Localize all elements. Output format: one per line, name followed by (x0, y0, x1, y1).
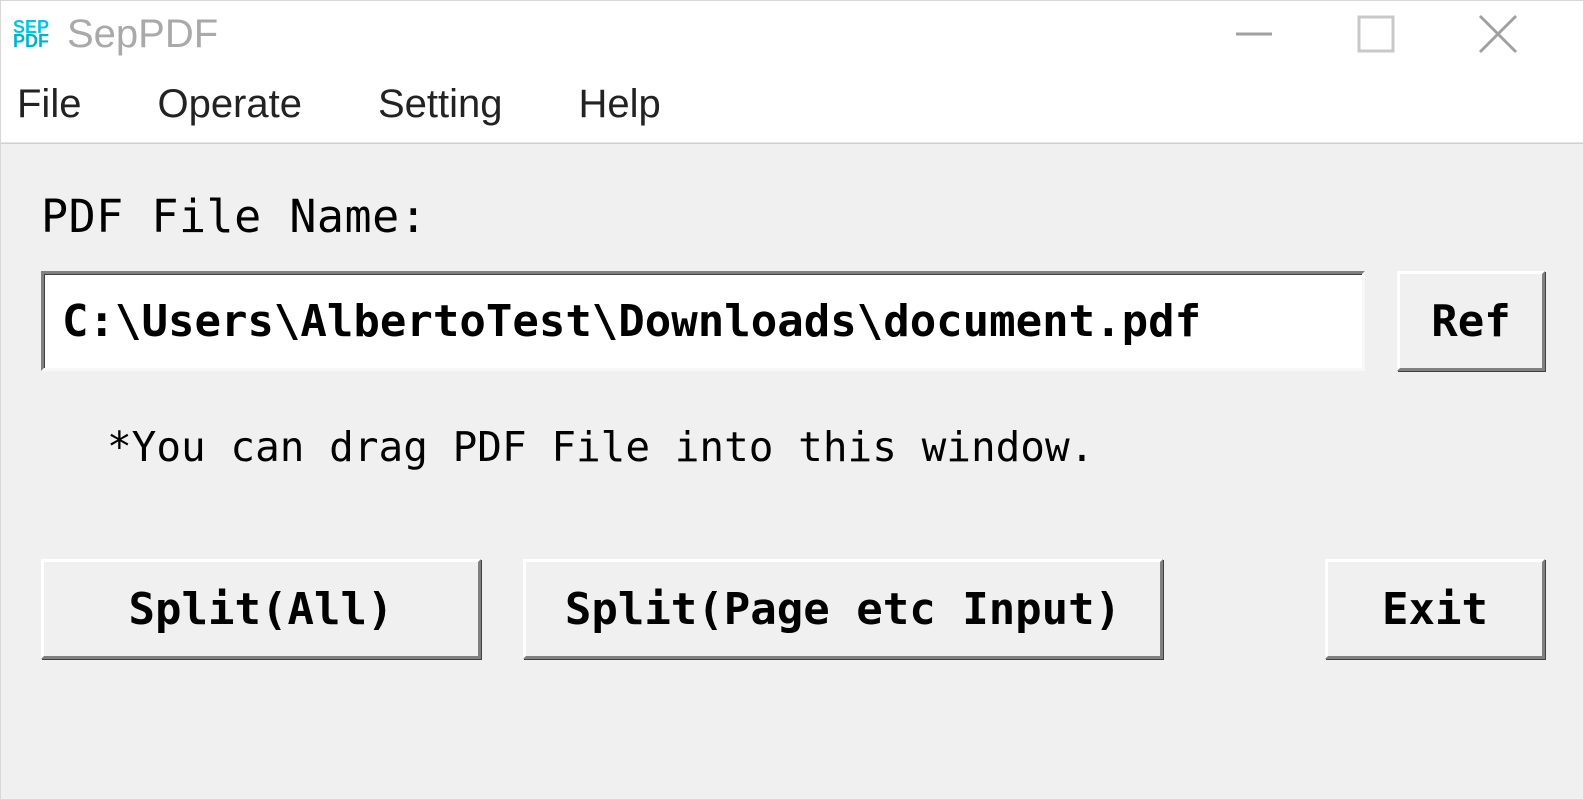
close-icon (1476, 12, 1520, 56)
window-controls (1229, 14, 1577, 54)
file-path-input[interactable] (41, 271, 1365, 371)
menu-help[interactable]: Help (579, 82, 661, 127)
maximize-icon (1356, 14, 1396, 54)
menubar: File Operate Setting Help (1, 67, 1583, 143)
minimize-icon (1232, 12, 1276, 56)
menu-operate[interactable]: Operate (157, 82, 302, 127)
file-row: Ref (41, 271, 1545, 371)
menu-setting[interactable]: Setting (378, 82, 503, 127)
icon-line2: PDF (13, 34, 55, 48)
drag-hint: *You can drag PDF File into this window. (107, 423, 1545, 471)
maximize-button[interactable] (1351, 14, 1401, 54)
minimize-button[interactable] (1229, 14, 1279, 54)
close-button[interactable] (1473, 14, 1523, 54)
titlebar[interactable]: SEP PDF SepPDF (1, 1, 1583, 67)
menu-file[interactable]: File (17, 82, 81, 127)
split-page-button[interactable]: Split(Page etc Input) (523, 559, 1163, 659)
action-row: Split(All) Split(Page etc Input) Exit (41, 559, 1545, 659)
content-area: PDF File Name: Ref *You can drag PDF Fil… (1, 143, 1583, 799)
window-title: SepPDF (67, 12, 218, 57)
exit-button[interactable]: Exit (1325, 559, 1545, 659)
ref-button[interactable]: Ref (1397, 271, 1545, 371)
app-icon: SEP PDF (13, 13, 55, 55)
filename-label: PDF File Name: (41, 190, 1545, 243)
split-all-button[interactable]: Split(All) (41, 559, 481, 659)
main-window: SEP PDF SepPDF File Operate Setting Help… (0, 0, 1584, 800)
